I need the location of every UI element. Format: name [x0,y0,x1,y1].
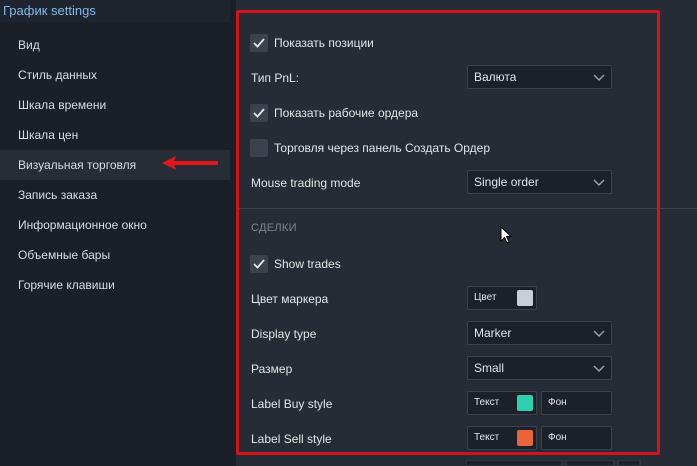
marker-color-label: Цвет маркера [251,292,329,306]
trades-section-title: СДЕЛКИ [251,222,297,234]
pnl-type-select[interactable]: Валюта [467,65,612,89]
mouse-trading-mode-select[interactable]: Single order [467,170,612,194]
show-positions-row: Показать позиции [236,29,697,57]
size-select[interactable]: Small [467,356,612,380]
marker-color-row: Цвет маркера Цвет [236,285,697,313]
trade-via-panel-row: Торговля через панель Создать Ордер [236,134,697,162]
chart-settings-window: График settings ✕ Вид Стиль данных Шкала… [0,0,697,466]
label-buy-style-row: Label Buy style Текст Фон [236,390,697,418]
display-type-value: Marker [474,326,512,340]
pnl-type-row: Тип PnL: Валюта [236,64,697,92]
sidebar-item-data-style[interactable]: Стиль данных [0,60,230,90]
chevron-down-icon [593,365,605,372]
pnl-type-label: Тип PnL: [251,71,300,85]
mouse-cursor-icon [500,226,512,244]
section-divider [236,208,697,209]
trade-via-panel-checkbox[interactable] [250,139,268,157]
size-row: Размер Small [236,355,697,383]
mouse-trading-mode-value: Single order [474,175,539,189]
checkmark-icon [253,259,265,269]
show-positions-label: Показать позиции [274,36,374,50]
chevron-down-icon [593,74,605,81]
sidebar-item-info-window[interactable]: Информационное окно [0,210,230,240]
sidebar-item-volume-bars[interactable]: Объемные бары [0,240,230,270]
size-value: Small [474,361,505,375]
display-type-label: Display type [251,327,317,341]
label-sell-style-label: Label Sell style [251,432,332,446]
sidebar-item-order-entry[interactable]: Запись заказа [0,180,230,210]
show-working-orders-checkbox[interactable] [250,104,268,122]
pnl-type-value: Валюта [474,70,517,84]
buy-text-color-label: Текст [474,397,500,408]
checkmark-icon [253,38,265,48]
buy-bg-color-label: Фон [548,397,567,408]
size-label: Размер [251,362,293,376]
sell-text-color-swatch [517,430,533,446]
sidebar-item-hotkeys[interactable]: Горячие клавиши [0,270,230,300]
settings-content: Показать позиции Тип PnL: Валюта Показат… [236,0,697,466]
sell-text-color-button[interactable]: Текст [467,426,537,450]
bottom-partial-controls [466,460,641,466]
sidebar-item-price-scale[interactable]: Шкала цен [0,120,230,150]
sidebar-item-time-scale[interactable]: Шкала времени [0,90,230,120]
show-positions-checkbox[interactable] [250,34,268,52]
display-type-row: Display type Marker [236,320,697,348]
buy-text-color-button[interactable]: Текст [467,391,537,415]
buy-text-color-swatch [517,395,533,411]
trade-via-panel-label: Торговля через панель Создать Ордер [274,141,490,155]
marker-color-swatch [517,290,533,306]
show-trades-checkbox[interactable] [250,255,268,273]
mouse-trading-mode-label: Mouse trading mode [251,176,361,190]
sidebar-item-view[interactable]: Вид [0,30,230,60]
show-working-orders-row: Показать рабочие ордера [236,99,697,127]
chevron-down-icon [593,179,605,186]
buy-bg-color-button[interactable]: Фон [541,391,612,415]
marker-color-button-label: Цвет [474,292,497,303]
red-arrow-annotation [162,156,218,170]
sell-bg-color-button[interactable]: Фон [541,426,612,450]
label-buy-style-label: Label Buy style [251,397,333,411]
display-type-select[interactable]: Marker [467,321,612,345]
sell-bg-color-label: Фон [548,432,567,443]
checkmark-icon [253,108,265,118]
show-working-orders-label: Показать рабочие ордера [274,106,419,120]
show-trades-label: Show trades [274,257,341,271]
show-trades-row: Show trades [236,250,697,278]
sell-text-color-label: Текст [474,432,500,443]
label-sell-style-row: Label Sell style Текст Фон [236,425,697,453]
marker-color-button[interactable]: Цвет [467,286,537,310]
settings-sidebar: Вид Стиль данных Шкала времени Шкала цен… [0,22,230,466]
window-title: График settings [3,3,96,18]
chevron-down-icon [593,330,605,337]
mouse-trading-mode-row: Mouse trading mode Single order [236,169,697,197]
